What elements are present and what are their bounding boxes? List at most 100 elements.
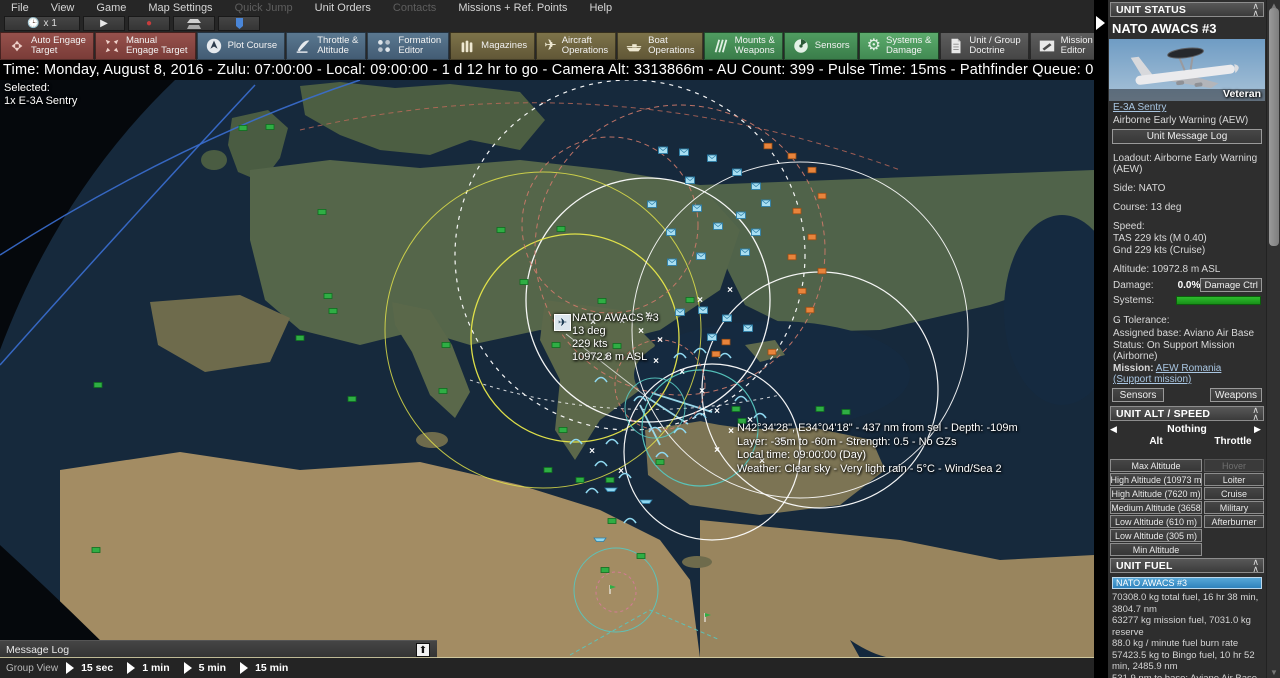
- ground-unit-marker: [598, 299, 606, 304]
- unit-status-header[interactable]: UNIT STATUS ∧∧: [1110, 2, 1264, 17]
- throttle-altitude-button[interactable]: Throttle & Altitude: [286, 32, 366, 60]
- manual-engage-icon: [103, 37, 121, 55]
- hostile-marker: [788, 153, 796, 159]
- menu-view[interactable]: View: [40, 2, 86, 14]
- ground-unit-marker: [732, 407, 740, 412]
- collapse-chevrons-icon[interactable]: ∧∧: [1252, 3, 1258, 17]
- selected-unit-text: 1x E-3A Sentry: [4, 95, 77, 108]
- unit-photo: Veteran: [1109, 39, 1265, 101]
- time-status-text: Time: Monday, August 8, 2016 - Zulu: 07:…: [3, 62, 1093, 78]
- airplane-icon: ✈: [558, 316, 567, 329]
- formation-editor-button[interactable]: Formation Editor: [367, 32, 449, 60]
- ground-unit-marker: [318, 210, 326, 215]
- low-altitude-305-button[interactable]: Low Altitude (305 m): [1110, 529, 1202, 542]
- damage-value: 0.0%: [1178, 280, 1201, 291]
- ground-unit-marker: [94, 383, 102, 388]
- menu-help[interactable]: Help: [578, 2, 623, 14]
- mission-editor-button[interactable]: Mission Editor: [1030, 32, 1101, 60]
- unit-datablock[interactable]: NATO AWACS #3 13 deg 229 kts 10972.8 m A…: [572, 312, 659, 364]
- plot-course-icon: [205, 37, 223, 55]
- play-button[interactable]: ▶: [83, 16, 125, 31]
- auto-engage-target-button[interactable]: Auto Engage Target: [0, 32, 94, 60]
- collapse-chevrons-icon[interactable]: ∧∧: [1252, 407, 1258, 421]
- plot-course-button[interactable]: Plot Course: [197, 32, 286, 60]
- menu-map-settings[interactable]: Map Settings: [137, 2, 223, 14]
- time-step-1min[interactable]: 1 min: [127, 662, 169, 674]
- systems-damage-button[interactable]: ⚙ Systems & Damage: [859, 32, 940, 60]
- time-compression-button[interactable]: 🕒 x 1: [4, 16, 80, 31]
- reference-point-marker: ×: [697, 295, 703, 306]
- map-layers-button[interactable]: [173, 16, 215, 31]
- ground-unit-marker: [842, 410, 850, 415]
- unit-fuel-header[interactable]: UNIT FUEL ∧∧: [1110, 558, 1264, 573]
- min-altitude-button[interactable]: Min Altitude: [1110, 543, 1202, 556]
- group-view-toggle[interactable]: Group View: [0, 663, 66, 674]
- mounts-weapons-button[interactable]: Mounts & Weapons: [704, 32, 783, 60]
- afterburner-throttle-button[interactable]: Afterburner: [1204, 515, 1264, 528]
- sensors-panel-button[interactable]: Sensors: [1112, 388, 1164, 402]
- reference-point-marker: ×: [728, 426, 734, 437]
- time-step-label: 15 sec: [81, 662, 113, 674]
- hostile-marker: [798, 288, 806, 294]
- tactical-map[interactable]: ××××××××××××××××××× Selected: 1x E-3A Se…: [0, 80, 1094, 658]
- ground-unit-marker: [239, 126, 247, 131]
- military-throttle-button[interactable]: Military: [1204, 501, 1264, 514]
- menu-quick-jump: Quick Jump: [224, 2, 304, 14]
- selected-unit-icon[interactable]: ✈: [554, 314, 571, 331]
- fuel-selected-unit[interactable]: NATO AWACS #3: [1112, 577, 1262, 589]
- time-step-label: 1 min: [142, 662, 169, 674]
- message-log-label: Message Log: [6, 644, 69, 656]
- hostile-marker: [818, 268, 826, 274]
- fuel-bingo-line: 57423.5 kg to Bingo fuel, 10 hr 52 min, …: [1112, 650, 1262, 673]
- play-icon: ▶: [100, 19, 108, 29]
- unit-message-log-button[interactable]: Unit Message Log: [1112, 129, 1262, 144]
- damage-ctrl-button[interactable]: Damage Ctrl: [1200, 278, 1262, 292]
- time-compression-value: x 1: [44, 18, 57, 29]
- time-step-15min[interactable]: 15 min: [240, 662, 288, 674]
- speed-tas: TAS 229 kts (M 0.40): [1108, 233, 1266, 245]
- speed-label: Speed:: [1108, 220, 1266, 233]
- next-preset-arrow[interactable]: ▶: [1254, 424, 1264, 435]
- high-altitude-10973-button[interactable]: High Altitude (10973 m: [1110, 473, 1202, 486]
- magazines-button[interactable]: Magazines: [450, 32, 535, 60]
- fuel-details: 70308.0 kg total fuel, 16 hr 38 min, 380…: [1108, 592, 1266, 678]
- ground-unit-marker: [442, 343, 450, 348]
- menu-file[interactable]: File: [0, 2, 40, 14]
- unit-group-doctrine-button[interactable]: Unit / Group Doctrine: [940, 32, 1028, 60]
- scroll-down-icon[interactable]: ▼: [1267, 668, 1280, 677]
- sidebar-scrollbar[interactable]: ▲ ▼: [1266, 0, 1280, 678]
- ground-unit-marker: [329, 309, 337, 314]
- scrollbar-thumb[interactable]: [1269, 8, 1279, 246]
- boat-icon: [625, 37, 643, 55]
- aircraft-operations-button[interactable]: ✈ Aircraft Operations: [536, 32, 616, 60]
- cruise-throttle-button[interactable]: Cruise: [1204, 487, 1264, 500]
- time-step-15sec[interactable]: 15 sec: [66, 662, 113, 674]
- time-step-5min[interactable]: 5 min: [184, 662, 226, 674]
- expand-log-button[interactable]: ⬆: [416, 643, 430, 657]
- sensors-button[interactable]: Sensors: [784, 32, 858, 60]
- low-altitude-610-button[interactable]: Low Altitude (610 m): [1110, 515, 1202, 528]
- manual-engage-target-button[interactable]: Manual Engage Target: [95, 32, 196, 60]
- collapse-sidebar-arrow[interactable]: [1096, 16, 1105, 30]
- unit-alt-speed-header[interactable]: UNIT ALT / SPEED ∧∧: [1110, 406, 1264, 421]
- ground-unit-marker: [324, 294, 332, 299]
- medium-altitude-button[interactable]: Medium Altitude (3658: [1110, 501, 1202, 514]
- menu-game[interactable]: Game: [85, 2, 137, 14]
- boat-operations-button[interactable]: Boat Operations: [617, 32, 702, 60]
- ground-unit-marker: [656, 460, 664, 465]
- weapons-panel-button[interactable]: Weapons: [1210, 388, 1262, 402]
- menu-unit-orders[interactable]: Unit Orders: [304, 2, 382, 14]
- unit-class-link[interactable]: E-3A Sentry: [1113, 102, 1166, 113]
- menu-missions-ref-points[interactable]: Missions + Ref. Points: [447, 2, 578, 14]
- record-icon: ●: [146, 19, 152, 29]
- bookmark-button[interactable]: [218, 16, 260, 31]
- record-button[interactable]: ●: [128, 16, 170, 31]
- loiter-throttle-button[interactable]: Loiter: [1204, 473, 1264, 486]
- unit-datablock-speed: 229 kts: [572, 338, 659, 351]
- collapse-chevrons-icon[interactable]: ∧∧: [1252, 559, 1258, 573]
- prev-preset-arrow[interactable]: ◀: [1110, 424, 1120, 435]
- loadout-line: Loadout: Airborne Early Warning (AEW): [1108, 152, 1266, 176]
- high-altitude-7620-button[interactable]: High Altitude (7620 m): [1110, 487, 1202, 500]
- message-log-bar[interactable]: Message Log ⬆: [0, 640, 437, 658]
- max-altitude-button[interactable]: Max Altitude: [1110, 459, 1202, 472]
